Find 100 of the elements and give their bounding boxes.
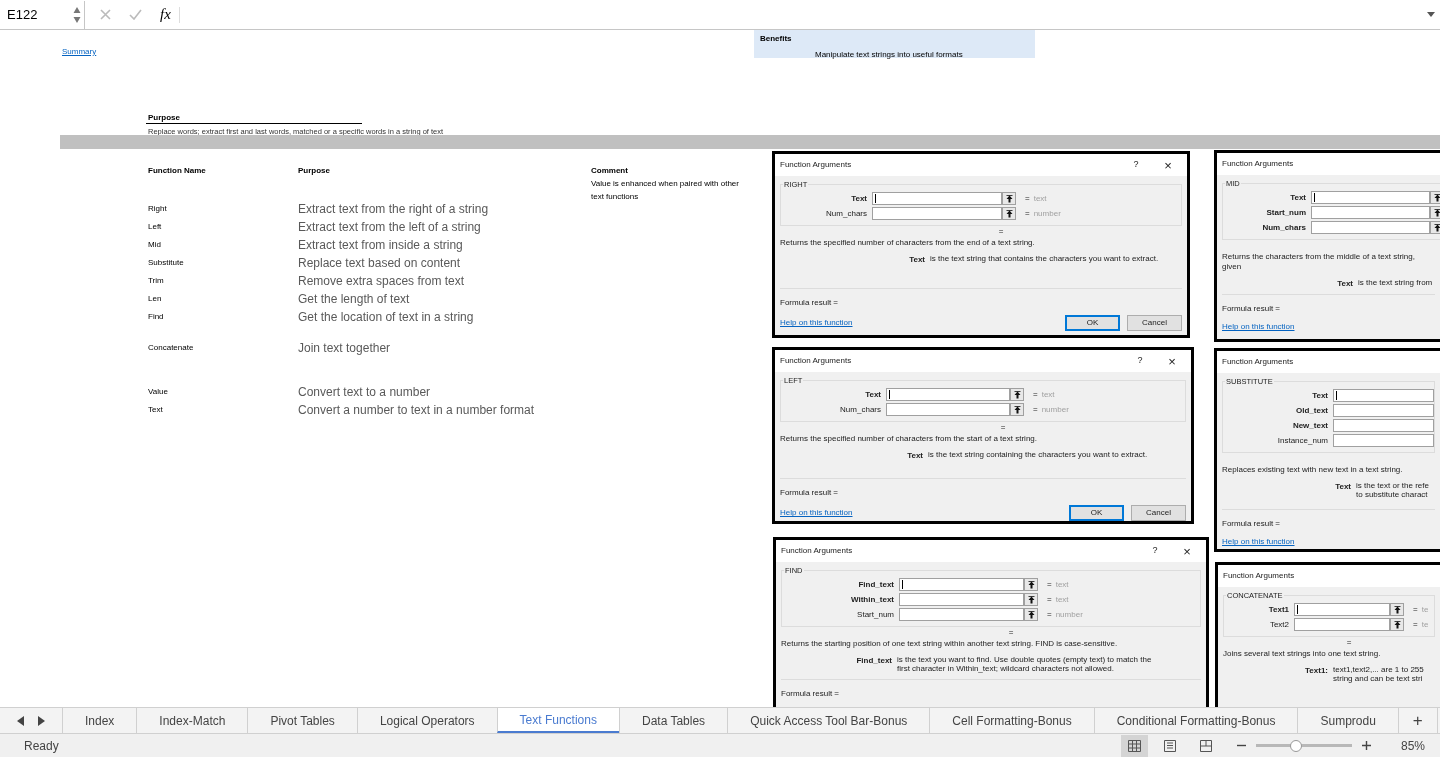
collapse-dialog-button[interactable] [1024,608,1038,622]
argument-input[interactable] [899,608,1024,622]
collapse-dialog-button[interactable] [1390,618,1404,632]
argument-label: Num_chars [839,403,882,416]
argument-help-name: Text [1336,278,1354,291]
equals-sign: = [1047,608,1052,621]
dialog-title: Function Arguments [780,355,853,367]
scroll-left-icon[interactable] [17,715,24,726]
purpose-heading: Purpose [146,112,362,124]
argument-input[interactable] [1311,221,1430,235]
benefits-text: Manipulate text strings into useful formats [815,49,964,61]
argument-input[interactable] [899,593,1024,607]
argument-label: Text [864,388,882,401]
help-button[interactable]: ? [1126,158,1146,172]
function-description: Returns the specified number of characters from the start of a text string. [780,434,1038,445]
argument-value-hint: te [1421,603,1429,616]
argument-value-hint: te [1421,618,1429,631]
upload-arrow-icon [1433,208,1440,217]
collapse-dialog-button[interactable] [1010,388,1024,402]
function-name-cell-text: Find [148,311,165,323]
scroll-right-icon[interactable] [38,715,45,726]
function-name-cell-text: Mid [148,239,162,251]
dialog-title: Function Arguments [781,545,854,557]
argument-label: Num_chars [1261,221,1307,234]
argument-label: Text [850,192,868,205]
help-link[interactable]: Help on this function [1222,321,1295,334]
view-button[interactable] [1120,734,1148,757]
collapse-dialog-button[interactable] [1002,207,1016,221]
argument-help-text: first character in Within_text; wildcard characters not allowed. [897,664,1115,674]
insert-function-button[interactable]: fx [160,3,171,26]
collapse-dialog-button[interactable] [1002,192,1016,206]
argument-label: Start_num [1265,206,1307,219]
collapse-dialog-button[interactable] [1430,191,1440,205]
summary-link[interactable]: Summary [62,46,97,58]
function-description: Replaces existing text with new text in a text string. [1222,465,1404,476]
argument-input[interactable] [872,192,1002,206]
close-button[interactable]: × [1177,544,1197,558]
collapse-dialog-button[interactable] [1430,221,1440,235]
dialog-button[interactable]: Cancel [1131,505,1186,522]
argument-input[interactable] [1294,618,1390,632]
argument-label: Instance_num [1276,434,1329,447]
argument-label: Num_chars [825,207,868,220]
function-name-cell-text: Len [148,293,163,305]
argument-help-text: is the text you want to find. Use double quotes (empty text) to match the [897,655,1152,665]
argument-input[interactable] [1333,434,1434,448]
argument-input[interactable] [1333,404,1434,418]
check-icon[interactable] [129,9,142,20]
help-link[interactable]: Help on this function [780,507,853,520]
help-button[interactable]: ? [1130,354,1150,368]
function-name-cell-text: Left [148,221,163,233]
argument-input[interactable] [1311,206,1430,220]
zoom-percentage[interactable]: 85% [1400,736,1425,755]
help-button[interactable]: ? [1145,544,1165,558]
sheet-tab[interactable]: Text Functions [496,708,619,733]
purpose-cell-text: Remove extra spaces from text [298,273,465,290]
argument-input[interactable] [1311,191,1430,205]
page-break-icon [1200,739,1213,752]
name-box[interactable]: E122 [0,0,85,29]
formula-result-label: Formula result = [780,487,840,500]
function-name-cell-text: Right [148,203,168,215]
argument-input[interactable] [886,388,1010,402]
close-button[interactable]: × [1162,354,1182,368]
collapse-dialog-button[interactable] [1430,206,1440,220]
collapse-dialog-button[interactable] [1010,403,1024,417]
collapse-dialog-button[interactable] [1390,603,1404,617]
zoom-slider-thumb[interactable] [1290,739,1303,752]
collapse-dialog-button[interactable] [1024,578,1038,592]
help-link[interactable]: Help on this function [780,317,853,330]
argument-label: Within_text [849,593,895,606]
zoom-in-icon[interactable] [1361,741,1371,750]
dialog-button[interactable]: OK [1065,315,1120,332]
argument-help-text: is the text string that contains the characters you want to extract. [930,254,1159,264]
close-button[interactable]: × [1158,158,1178,172]
dialog-button[interactable]: OK [1069,505,1124,522]
purpose-cell-text: Get the length of text [298,291,410,308]
argument-input[interactable] [1333,389,1434,403]
argument-input[interactable] [872,207,1002,221]
upload-arrow-icon [1027,610,1035,619]
upload-arrow-icon [1005,209,1013,218]
upload-arrow-icon [1013,390,1021,399]
caret-down-icon[interactable] [1427,12,1435,17]
function-description: Returns the characters from the middle of a text string, given [1222,252,1416,273]
upload-arrow-icon [1005,194,1013,203]
function-description: Joins several text strings into one text string. [1223,649,1382,660]
argument-help-name: Find_text [855,655,893,668]
argument-input[interactable] [1333,419,1434,433]
function-name-cell-text: Value [148,386,169,398]
argument-input[interactable] [886,403,1010,417]
formula-result-label: Formula result = [781,688,841,701]
argument-input[interactable] [899,578,1024,592]
argument-label: Text1 [1267,603,1290,616]
spinner-arrows-icon [73,5,81,24]
purpose-cell-text: Join text together [298,340,391,357]
collapse-dialog-button[interactable] [1024,593,1038,607]
argument-help-name: Text [1334,481,1352,494]
dialog-title: Function Arguments [1222,356,1295,368]
dialog-button[interactable]: Cancel [1127,315,1182,332]
zoom-slider-track[interactable] [1255,739,1352,752]
argument-input[interactable] [1294,603,1390,617]
help-link[interactable]: Help on this function [1222,536,1295,549]
